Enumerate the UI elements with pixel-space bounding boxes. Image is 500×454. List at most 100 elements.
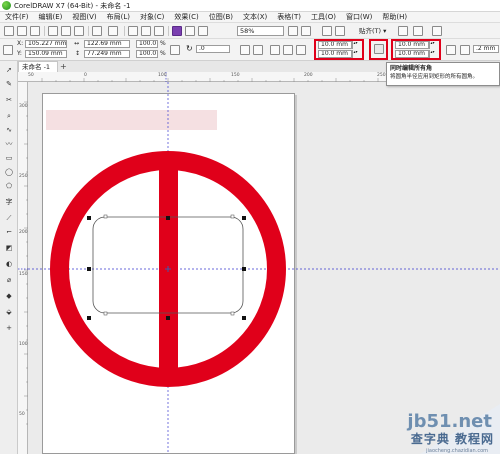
- top-right-corner-radius-field[interactable]: 10.0 mm: [395, 41, 429, 49]
- polygon-tool-icon[interactable]: ⬠: [4, 181, 14, 191]
- search-content-icon[interactable]: [128, 26, 138, 36]
- x-position-field[interactable]: 105.227 mm: [25, 40, 67, 48]
- snap-to-button[interactable]: 贴齐(T) ▾: [359, 26, 386, 36]
- menu-effects[interactable]: 效果(C): [169, 12, 203, 22]
- options-gear-icon[interactable]: [398, 26, 408, 36]
- drop-shadow-tool-icon[interactable]: ◩: [4, 243, 14, 253]
- outline-width-field[interactable]: .2 mm: [473, 45, 499, 53]
- scalloped-corner-icon[interactable]: [283, 45, 293, 55]
- width-field[interactable]: 122.69 mm: [84, 40, 130, 48]
- y-position-field[interactable]: 150.09 mm: [25, 50, 67, 58]
- bottom-right-corner-radius-field[interactable]: 10.0 mm: [395, 50, 429, 58]
- eyedropper-tool-icon[interactable]: ⌀: [4, 275, 14, 285]
- bottom-right-corner-spinner[interactable]: ▴▾: [429, 50, 435, 58]
- menu-view[interactable]: 视图(V): [67, 12, 101, 22]
- copy-icon[interactable]: [61, 26, 71, 36]
- title-bar: CorelDRAW X7 (64-Bit) - 未命名 -1: [0, 0, 500, 12]
- corner-node[interactable]: [103, 311, 108, 316]
- add-tool-icon[interactable]: +: [4, 323, 14, 333]
- drawing-canvas[interactable]: jb51.net 查字典 教程网 jiaocheng.chazidian.com: [28, 82, 500, 454]
- handle-bottom-left[interactable]: [87, 316, 91, 320]
- welcome-screen-icon[interactable]: [432, 26, 442, 36]
- show-grid-icon[interactable]: [335, 26, 345, 36]
- bottom-left-corner-radius-field[interactable]: 10.0 mm: [318, 50, 352, 58]
- menu-bitmaps[interactable]: 位图(B): [204, 12, 238, 22]
- relative-corner-scaling-icon[interactable]: [446, 45, 456, 55]
- height-field[interactable]: 77.249 mm: [84, 50, 130, 58]
- ruler-tick-label: 50: [19, 412, 25, 417]
- interactive-fill-icon[interactable]: ◆: [4, 291, 14, 301]
- application-launcher-icon[interactable]: [172, 26, 182, 36]
- smart-fill-icon[interactable]: ⬙: [4, 307, 14, 317]
- zoom-tool-icon[interactable]: ⌕: [4, 111, 14, 121]
- corner-node[interactable]: [230, 311, 235, 316]
- import-icon[interactable]: [141, 26, 151, 36]
- zoom-to-width-icon[interactable]: [301, 26, 311, 36]
- show-rulers-icon[interactable]: [322, 26, 332, 36]
- handle-bottom-right[interactable]: [242, 316, 246, 320]
- handle-middle-right[interactable]: [242, 267, 246, 271]
- full-screen-preview-icon[interactable]: [198, 26, 208, 36]
- connector-tool-icon[interactable]: ⌐: [4, 227, 14, 237]
- bottom-left-corner-spinner[interactable]: ▴▾: [352, 50, 358, 58]
- rectangle-tool-icon[interactable]: ▭: [4, 153, 14, 163]
- add-tab-icon[interactable]: +: [60, 62, 67, 71]
- save-icon[interactable]: [30, 26, 40, 36]
- handle-bottom-center[interactable]: [166, 316, 170, 320]
- top-left-corner-radius-field[interactable]: 10.0 mm: [318, 41, 352, 49]
- document-tab[interactable]: 未命名 -1: [18, 61, 58, 72]
- menu-table[interactable]: 表格(T): [272, 12, 306, 22]
- top-left-corner-spinner[interactable]: ▴▾: [352, 41, 358, 49]
- transparency-tool-icon[interactable]: ◐: [4, 259, 14, 269]
- menu-text[interactable]: 文本(X): [238, 12, 272, 22]
- freehand-tool-icon[interactable]: ∿: [4, 125, 14, 135]
- zoom-to-page-icon[interactable]: [288, 26, 298, 36]
- handle-top-center[interactable]: [166, 216, 170, 220]
- menu-tools[interactable]: 工具(O): [306, 12, 341, 22]
- redo-icon[interactable]: [108, 26, 118, 36]
- menu-layout[interactable]: 布局(L): [102, 12, 135, 22]
- menu-help[interactable]: 帮助(H): [377, 12, 412, 22]
- scale-width-field[interactable]: 100.0: [136, 40, 158, 48]
- shape-tool-icon[interactable]: ✎: [4, 79, 14, 89]
- launch-icon[interactable]: [413, 26, 423, 36]
- paste-icon[interactable]: [74, 26, 84, 36]
- ellipse-tool-icon[interactable]: ◯: [4, 167, 14, 177]
- corner-node[interactable]: [103, 214, 108, 219]
- corner-node[interactable]: [230, 214, 235, 219]
- mirror-vertical-icon[interactable]: [253, 45, 263, 55]
- round-corner-icon[interactable]: [270, 45, 280, 55]
- mirror-horizontal-icon[interactable]: [240, 45, 250, 55]
- parallel-dimension-icon[interactable]: ⟋: [4, 213, 14, 223]
- ruler-tick-label: 100: [158, 73, 167, 78]
- open-folder-icon[interactable]: [17, 26, 27, 36]
- scale-height-field[interactable]: 100.0: [136, 50, 158, 58]
- pick-tool-icon[interactable]: ➚: [4, 65, 14, 75]
- crop-tool-icon[interactable]: ✂: [4, 95, 14, 105]
- edit-corners-together-lock-icon[interactable]: [374, 44, 384, 54]
- handle-middle-left[interactable]: [87, 267, 91, 271]
- cut-icon[interactable]: [48, 26, 58, 36]
- object-origin-icon[interactable]: [3, 45, 13, 55]
- menu-object[interactable]: 对象(C): [135, 12, 169, 22]
- outline-width-icon[interactable]: [460, 45, 470, 55]
- corel-connect-icon[interactable]: [185, 26, 195, 36]
- zoom-level-select[interactable]: 58%: [237, 26, 284, 36]
- menu-edit[interactable]: 编辑(E): [34, 12, 68, 22]
- text-tool-icon[interactable]: 字: [4, 197, 14, 207]
- top-right-corner-spinner[interactable]: ▴▾: [429, 41, 435, 49]
- rotation-field[interactable]: .0: [196, 45, 230, 53]
- menu-window[interactable]: 窗口(W): [341, 12, 377, 22]
- handle-top-left[interactable]: [87, 216, 91, 220]
- menu-file[interactable]: 文件(F): [0, 12, 34, 22]
- height-value: 77.249 mm: [87, 50, 122, 57]
- red-vertical-bar[interactable]: [159, 162, 178, 378]
- handle-top-right[interactable]: [242, 216, 246, 220]
- new-document-icon[interactable]: [4, 26, 14, 36]
- export-icon[interactable]: [154, 26, 164, 36]
- window-title: CorelDRAW X7 (64-Bit) - 未命名 -1: [14, 1, 131, 10]
- undo-icon[interactable]: [92, 26, 102, 36]
- lock-ratio-icon[interactable]: [170, 45, 180, 55]
- chamfered-corner-icon[interactable]: [296, 45, 306, 55]
- artistic-media-icon[interactable]: 〰: [4, 139, 14, 149]
